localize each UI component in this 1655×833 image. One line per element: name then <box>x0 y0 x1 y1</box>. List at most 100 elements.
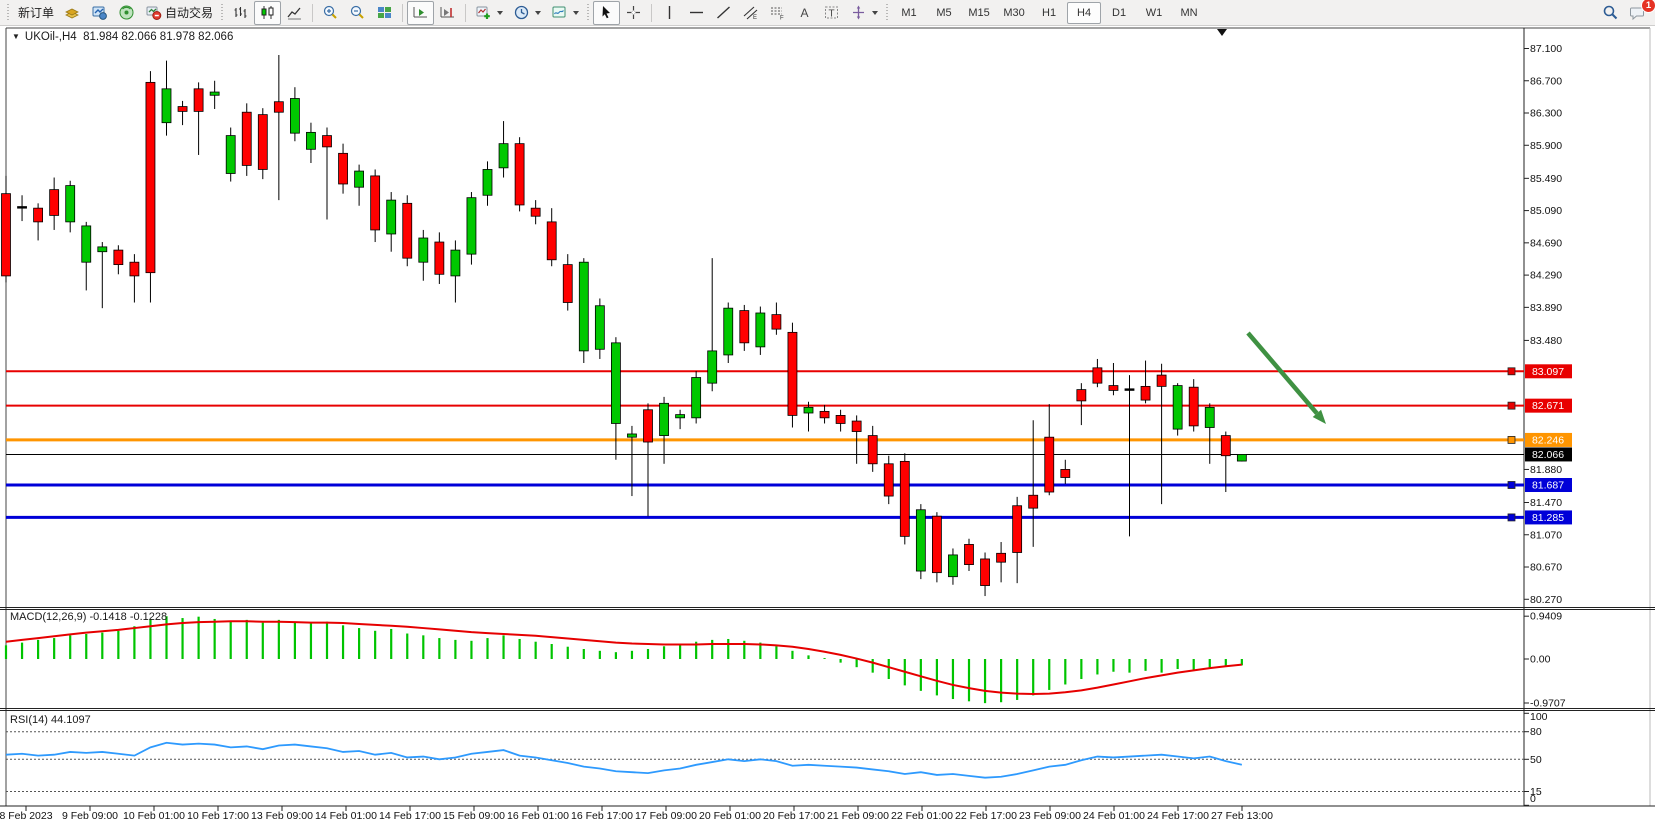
candle <box>371 176 380 230</box>
crosshair-tool-button[interactable] <box>620 1 647 25</box>
text-tool-button[interactable]: A <box>791 1 818 25</box>
timeframe-button-D1[interactable]: D1 <box>1102 2 1136 24</box>
group-grip <box>885 4 890 22</box>
timeframe-button-M1[interactable]: M1 <box>892 2 926 24</box>
candle-chart-type-button[interactable] <box>254 1 281 25</box>
tile-windows-button[interactable] <box>371 1 398 25</box>
price-tick-label: 81.880 <box>1530 464 1562 476</box>
svg-text:F: F <box>780 16 784 22</box>
chart-title-text: UKOil-,H4 81.984 82.066 81.978 82.066 <box>25 31 233 43</box>
market-watch-button[interactable] <box>86 1 113 25</box>
candle <box>1221 436 1230 456</box>
timeframe-button-H1[interactable]: H1 <box>1032 2 1066 24</box>
timeframe-bar: M1M5M15M30H1H4D1W1MN <box>892 2 1206 24</box>
vertical-line-tool-button[interactable] <box>656 1 683 25</box>
autotrading-button[interactable]: 自动交易 <box>140 1 218 25</box>
candle <box>1173 386 1182 430</box>
line-handle[interactable] <box>1508 402 1515 409</box>
tile-windows-icon <box>376 4 393 21</box>
fibonacci-tool-button[interactable]: F <box>764 1 791 25</box>
macd-tick-label: 0.9409 <box>1530 611 1562 623</box>
dropdown-caret <box>497 11 503 15</box>
candle <box>290 98 299 133</box>
price-line-label: 83.097 <box>1532 366 1564 378</box>
candle <box>403 203 412 258</box>
candle <box>483 169 492 195</box>
cursor-tool-button[interactable] <box>593 1 620 25</box>
candle <box>965 544 974 564</box>
chart-shift-icon <box>439 4 456 21</box>
candle <box>611 343 620 424</box>
timeframe-button-M5[interactable]: M5 <box>927 2 961 24</box>
rsi-level-label: 0 <box>1530 793 1536 805</box>
candle <box>499 144 508 168</box>
periods-button[interactable] <box>508 1 546 25</box>
price-line-label: 82.246 <box>1532 434 1564 446</box>
group-grip <box>220 4 225 22</box>
line-handle[interactable] <box>1508 368 1515 375</box>
candle <box>435 242 444 274</box>
signals-button[interactable] <box>113 1 140 25</box>
dropdown-caret <box>573 11 579 15</box>
arrows-icon <box>850 4 867 21</box>
candle <box>1157 375 1166 386</box>
horizontal-line-icon <box>688 4 705 21</box>
line-handle[interactable] <box>1508 514 1515 521</box>
price-tick-label: 83.890 <box>1530 302 1562 314</box>
time-axis-label: 21 Feb 09:00 <box>827 810 889 822</box>
time-axis-label: 10 Feb 17:00 <box>187 810 249 822</box>
zoom-out-button[interactable] <box>344 1 371 25</box>
timeframe-button-M30[interactable]: M30 <box>997 2 1031 24</box>
indicators-button[interactable] <box>470 1 508 25</box>
timeframe-button-M15[interactable]: M15 <box>962 2 996 24</box>
horizontal-line-tool-button[interactable] <box>683 1 710 25</box>
price-tick-label: 85.090 <box>1530 205 1562 217</box>
time-axis-label: 20 Feb 17:00 <box>763 810 825 822</box>
text-label-tool-button[interactable]: T <box>818 1 845 25</box>
chart-shift-button[interactable] <box>434 1 461 25</box>
autoscroll-button[interactable] <box>407 1 434 25</box>
price-line-label: 81.285 <box>1532 512 1564 524</box>
trendline-tool-button[interactable] <box>710 1 737 25</box>
timeframe-button-W1[interactable]: W1 <box>1137 2 1171 24</box>
equidistant-channel-icon: E <box>742 4 759 21</box>
candle <box>1141 386 1150 400</box>
price-tick-label: 83.480 <box>1530 335 1562 347</box>
time-axis-label: 14 Feb 01:00 <box>315 810 377 822</box>
candle <box>274 102 283 112</box>
trend-arrow[interactable] <box>1248 333 1317 413</box>
chart-window[interactable]: 87.10086.70086.30085.90085.49085.09084.6… <box>0 26 1655 828</box>
candle <box>692 378 701 418</box>
channel-tool-button[interactable]: E <box>737 1 764 25</box>
arrows-tool-button[interactable] <box>845 1 883 25</box>
zoom-in-button[interactable] <box>317 1 344 25</box>
notifications-button[interactable]: 1 <box>1624 1 1651 25</box>
line-chart-type-button[interactable] <box>281 1 308 25</box>
time-axis-label: 23 Feb 09:00 <box>1019 810 1081 822</box>
candle <box>1061 469 1070 477</box>
search-button[interactable] <box>1597 1 1624 25</box>
candle <box>1109 386 1118 391</box>
chart-canvas[interactable]: 87.10086.70086.30085.90085.49085.09084.6… <box>0 26 1655 828</box>
line-handle[interactable] <box>1508 482 1515 489</box>
candle <box>676 415 685 418</box>
candle <box>916 510 925 571</box>
timeframe-button-MN[interactable]: MN <box>1172 2 1206 24</box>
candle <box>788 332 797 415</box>
candle <box>660 403 669 435</box>
price-tick-label: 85.490 <box>1530 173 1562 185</box>
line-handle[interactable] <box>1508 436 1515 443</box>
price-tick-label: 84.690 <box>1530 237 1562 249</box>
templates-button[interactable] <box>546 1 584 25</box>
toolbar-grip <box>6 4 11 22</box>
price-tick-label: 86.300 <box>1530 108 1562 120</box>
price-line-label: 81.687 <box>1532 480 1564 492</box>
time-axis-label: 16 Feb 17:00 <box>571 810 633 822</box>
symbols-button[interactable] <box>59 1 86 25</box>
candle <box>387 200 396 234</box>
timeframe-button-H4[interactable]: H4 <box>1067 2 1101 24</box>
new-order-button[interactable]: 新订单 <box>13 1 59 25</box>
dropdown-caret <box>872 11 878 15</box>
bar-chart-type-button[interactable] <box>227 1 254 25</box>
svg-text:T: T <box>829 9 835 20</box>
